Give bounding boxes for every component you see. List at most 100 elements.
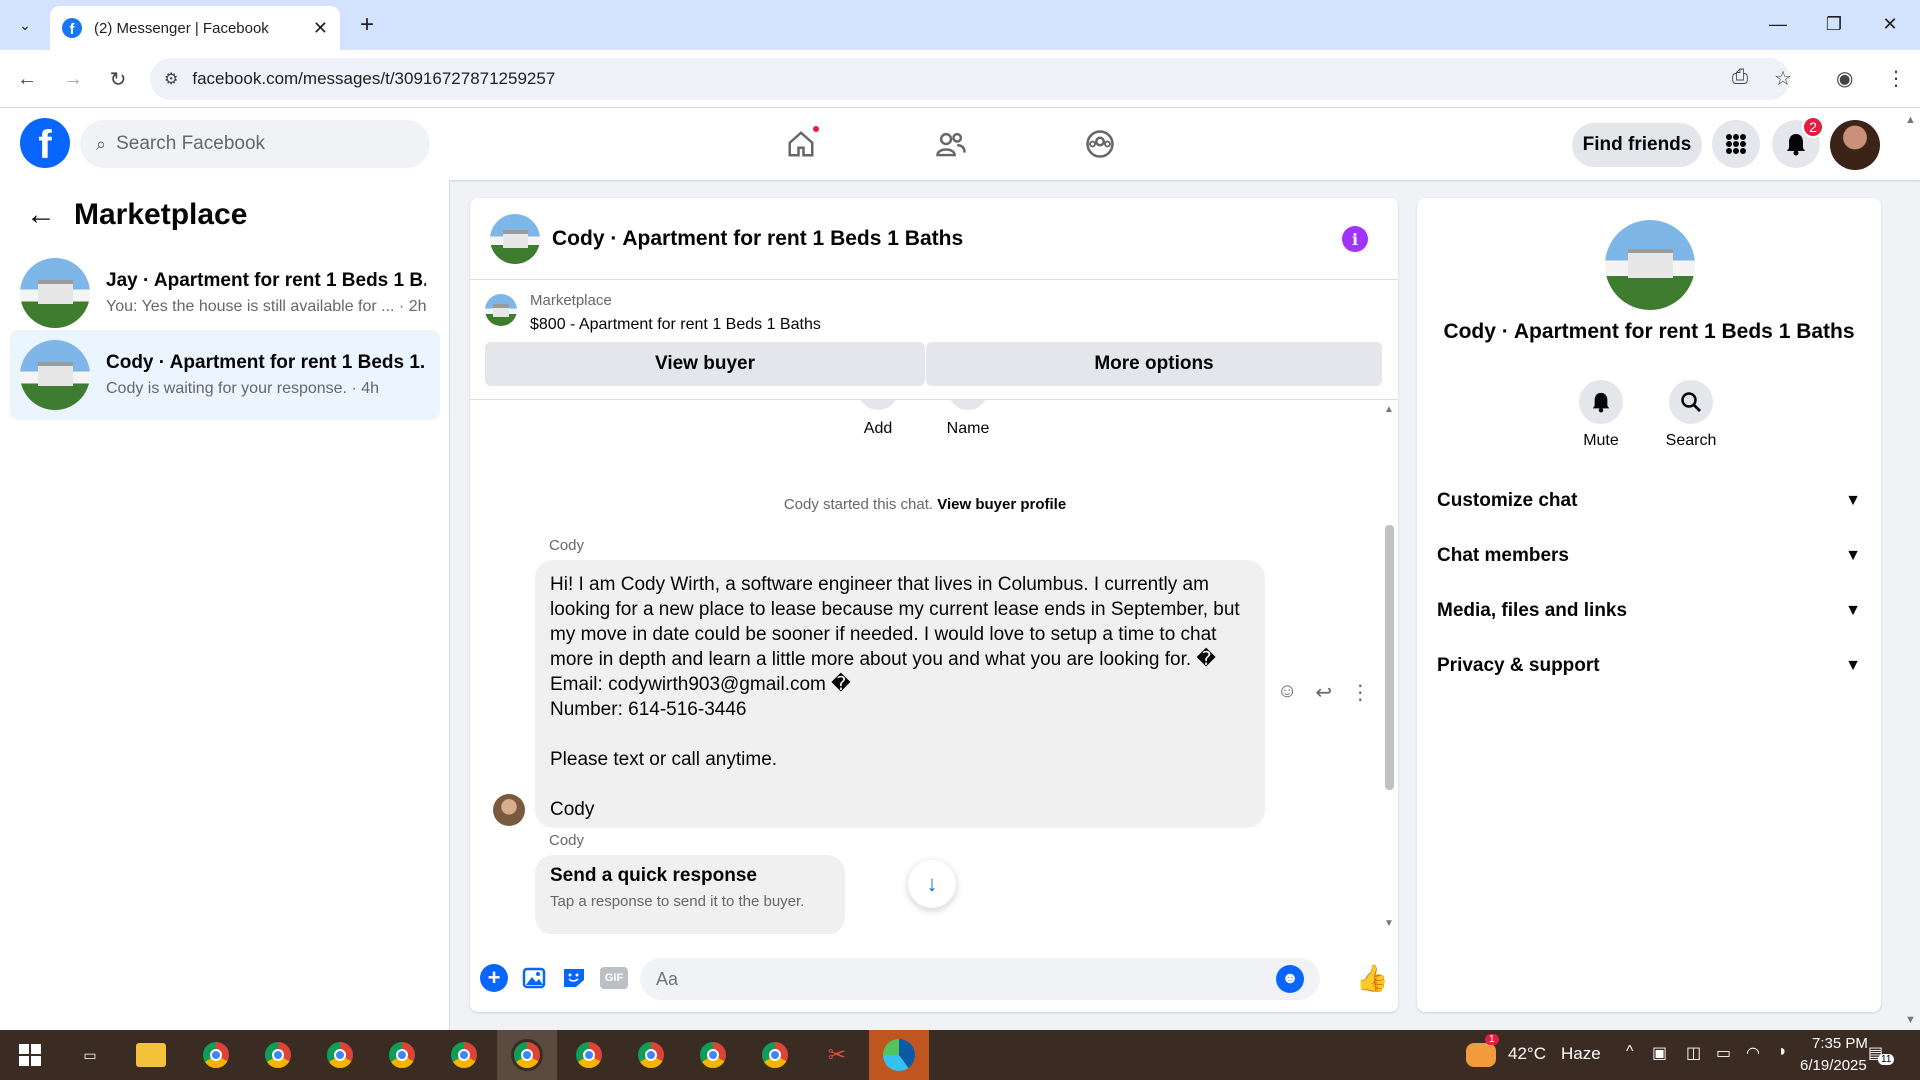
restore-icon[interactable]: ❐: [1814, 8, 1854, 40]
notifications-bell-icon[interactable]: 2: [1772, 116, 1824, 168]
scroll-up-icon[interactable]: ▲: [1384, 404, 1394, 415]
message-line: more in depth and learn a little more ab…: [550, 649, 1216, 670]
browser-tab[interactable]: f (2) Messenger | Facebook ✕: [50, 6, 340, 50]
account-avatar[interactable]: [1830, 120, 1880, 170]
conversation-item[interactable]: Jay · Apartment for rent 1 Beds 1 B... Y…: [10, 248, 440, 338]
clock-time[interactable]: 7:35 PM: [1812, 1035, 1902, 1052]
page-scroll-up-icon[interactable]: ▲: [1905, 114, 1916, 126]
sticker-icon[interactable]: [560, 964, 588, 992]
emoji-icon[interactable]: ☻: [1276, 965, 1304, 993]
wifi-icon[interactable]: ◠: [1746, 1043, 1760, 1063]
plus-icon[interactable]: +: [480, 964, 508, 992]
conversation-avatar: [20, 258, 90, 328]
chrome-icon[interactable]: [759, 1039, 791, 1071]
chrome-icon[interactable]: [697, 1039, 729, 1071]
temperature[interactable]: 42°C: [1508, 1044, 1546, 1064]
privacy-support-section[interactable]: Privacy & support ▼: [1437, 646, 1861, 686]
scroll-down-icon[interactable]: ▼: [1384, 918, 1394, 929]
meet-icon[interactable]: ◫: [1686, 1043, 1701, 1063]
listing-price[interactable]: $800 - Apartment for rent 1 Beds 1 Baths: [530, 316, 821, 334]
search-icon: [1669, 380, 1713, 424]
address-bar[interactable]: ⚙ facebook.com/messages/t/30916727871259…: [150, 58, 1790, 100]
forward-icon[interactable]: →: [58, 64, 88, 94]
chrome-icon[interactable]: [386, 1039, 418, 1071]
message-list[interactable]: Add Name Cody started this chat. View bu…: [470, 400, 1380, 934]
chat-started-notice: Cody started this chat. View buyer profi…: [470, 496, 1380, 513]
weather-icon[interactable]: [1466, 1043, 1496, 1067]
view-buyer-button[interactable]: View buyer: [485, 342, 925, 386]
tab-close-icon[interactable]: ✕: [313, 18, 328, 39]
chrome-icon-active[interactable]: [511, 1039, 543, 1071]
back-icon[interactable]: ←: [12, 64, 42, 94]
url-text[interactable]: facebook.com/messages/t/3091672787125925…: [192, 69, 555, 89]
install-app-icon[interactable]: ⎙: [1732, 66, 1748, 89]
conversation-item-active[interactable]: Cody · Apartment for rent 1 Beds 1... Co…: [10, 330, 440, 420]
info-icon[interactable]: i: [1342, 226, 1368, 252]
network-status-icon[interactable]: ▣: [1652, 1043, 1667, 1063]
name-action[interactable]: Name: [928, 400, 1008, 438]
scroll-down-arrow-icon[interactable]: ↓: [908, 860, 956, 908]
message-scrollbar[interactable]: ▲ ▼: [1380, 400, 1398, 934]
reply-icon[interactable]: ↩: [1315, 680, 1332, 705]
quick-response-card[interactable]: Send a quick response Tap a response to …: [535, 855, 845, 934]
back-arrow-icon[interactable]: ←: [26, 198, 56, 232]
chat-avatar[interactable]: [490, 213, 540, 264]
home-icon[interactable]: [779, 122, 823, 166]
chat-title[interactable]: Cody · Apartment for rent 1 Beds 1 Baths: [552, 227, 963, 251]
chrome-icon[interactable]: [262, 1039, 294, 1071]
tab-search-chevron-icon[interactable]: ⌄: [10, 10, 40, 40]
chrome-icon[interactable]: [200, 1039, 232, 1071]
view-buyer-profile-link[interactable]: View buyer profile: [937, 496, 1066, 513]
page-scroll-down-icon[interactable]: ▼: [1905, 1014, 1916, 1026]
menu-grid-icon[interactable]: [1712, 120, 1760, 168]
minimize-icon[interactable]: —: [1758, 8, 1798, 40]
page-scrollbar[interactable]: ▲ ▼: [1900, 108, 1920, 1030]
message-input[interactable]: [640, 958, 1320, 1000]
conversation-preview: Cody is waiting for your response. · 4h: [106, 380, 380, 397]
more-options-button[interactable]: More options: [926, 342, 1382, 386]
show-hidden-icons-icon[interactable]: ^: [1626, 1043, 1634, 1061]
reload-icon[interactable]: ↻: [103, 64, 133, 94]
edge-icon[interactable]: [883, 1039, 915, 1071]
search-action[interactable]: Search: [1651, 380, 1731, 450]
chrome-icon[interactable]: [635, 1039, 667, 1071]
details-avatar[interactable]: [1605, 220, 1695, 310]
menu-kebab-icon[interactable]: ⋮: [1886, 66, 1906, 91]
mute-action[interactable]: Mute: [1561, 380, 1641, 450]
profile-icon[interactable]: ◉: [1836, 66, 1853, 91]
groups-icon[interactable]: [1078, 122, 1122, 166]
task-view-icon[interactable]: ▭: [74, 1039, 106, 1071]
react-emoji-icon[interactable]: ☺: [1277, 680, 1297, 705]
gif-icon[interactable]: GIF: [600, 967, 628, 989]
thumbs-up-icon[interactable]: 👍: [1356, 963, 1388, 994]
chrome-icon[interactable]: [448, 1039, 480, 1071]
snipping-tool-icon[interactable]: ✂: [821, 1039, 853, 1071]
battery-icon[interactable]: ▭: [1716, 1043, 1731, 1063]
windows-start-icon[interactable]: [14, 1039, 46, 1071]
site-info-icon[interactable]: ⚙: [164, 69, 178, 89]
facebook-search[interactable]: ⌕ Search Facebook: [80, 120, 430, 168]
bookmark-star-icon[interactable]: ☆: [1774, 66, 1792, 91]
message-line: looking for a new place to lease because…: [550, 599, 1240, 620]
close-window-icon[interactable]: ✕: [1870, 8, 1910, 40]
message-bubble[interactable]: Hi! I am Cody Wirth, a software engineer…: [535, 560, 1265, 828]
weather-condition[interactable]: Haze: [1561, 1044, 1601, 1064]
find-friends-button[interactable]: Find friends: [1572, 123, 1702, 167]
chat-members-section[interactable]: Chat members ▼: [1437, 536, 1861, 576]
scrollbar-thumb[interactable]: [1385, 525, 1394, 790]
chrome-icon[interactable]: [573, 1039, 605, 1071]
customize-chat-section[interactable]: Customize chat ▼: [1437, 481, 1861, 521]
clock-date[interactable]: 6/19/2025: [1800, 1057, 1867, 1074]
message-line: [550, 722, 1250, 747]
facebook-logo-icon[interactable]: f: [20, 118, 70, 168]
photo-icon[interactable]: [520, 964, 548, 992]
chrome-icon[interactable]: [324, 1039, 356, 1071]
sender-avatar[interactable]: [493, 794, 525, 826]
file-explorer-icon[interactable]: [136, 1043, 166, 1067]
new-tab-icon[interactable]: +: [352, 10, 382, 40]
media-files-links-section[interactable]: Media, files and links ▼: [1437, 591, 1861, 631]
add-action[interactable]: Add: [838, 400, 918, 438]
volume-icon[interactable]: ◗: [1778, 1043, 1788, 1061]
more-kebab-icon[interactable]: ⋮: [1350, 680, 1370, 705]
friends-icon[interactable]: [929, 122, 973, 166]
